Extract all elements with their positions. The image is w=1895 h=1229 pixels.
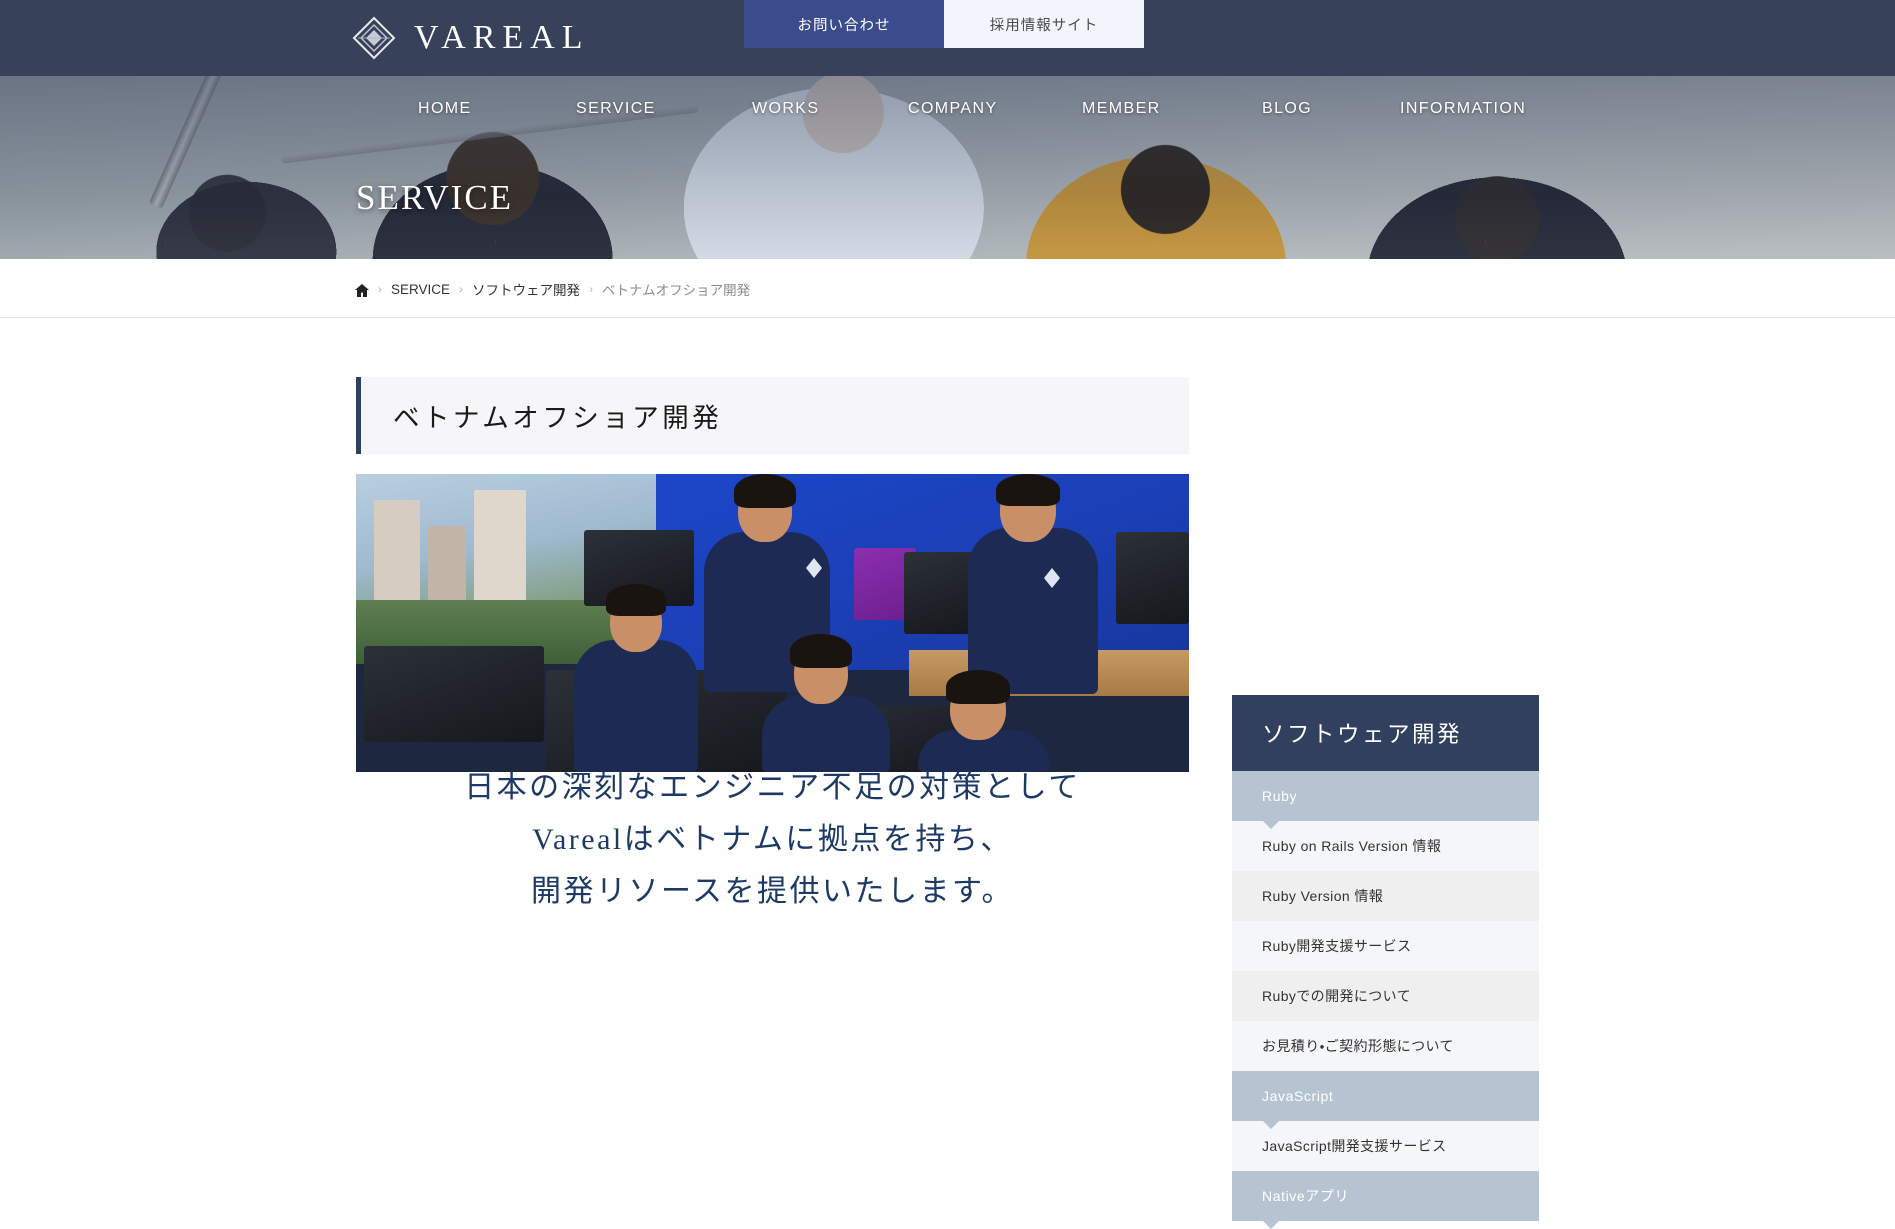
sidebar-category-ruby[interactable]: Ruby — [1232, 771, 1539, 829]
nav-item-information[interactable]: INFORMATION — [1400, 100, 1526, 118]
nav-item-home[interactable]: HOME — [418, 100, 472, 118]
breadcrumb-item-current: ベトナムオフショア開発 — [602, 283, 751, 298]
sidebar-category-native-app[interactable]: Nativeアプリ — [1232, 1171, 1539, 1229]
breadcrumb-bar: › SERVICE › ソフトウェア開発 › ベトナムオフショア開発 — [0, 259, 1895, 318]
headline-line-2: Varealはベトナムに拠点を持ち、 — [532, 823, 1013, 856]
sidebar-item-ruby-development[interactable]: Rubyでの開発について — [1232, 971, 1539, 1021]
sidebar-category-label: Nativeアプリ — [1262, 1188, 1350, 1204]
monitor-2 — [904, 552, 976, 634]
breadcrumb-separator-1: › — [378, 282, 382, 296]
sidebar-category-label: JavaScript — [1262, 1088, 1334, 1104]
main-content: ベトナムオフショア開発 — [356, 377, 1189, 772]
contact-button[interactable]: お問い合わせ — [744, 0, 944, 48]
breadcrumb: › SERVICE › ソフトウェア開発 › ベトナムオフショア開発 — [355, 279, 750, 299]
headline-line-3: 開発リソースを提供いたします。 — [531, 875, 1014, 908]
sidebar-item-ruby-version[interactable]: Ruby Version 情報 — [1232, 871, 1539, 921]
intro-headline: 日本の深刻なエンジニア不足の対策として Varealはベトナムに拠点を持ち、 開… — [356, 762, 1189, 918]
sidebar-category-label: Ruby — [1262, 788, 1298, 804]
breadcrumb-item-software-dev[interactable]: ソフトウェア開発 — [472, 279, 580, 299]
site-logo[interactable]: VAREAL — [352, 12, 590, 64]
monitor-4 — [364, 646, 544, 742]
headline-line-1: 日本の深刻なエンジニア不足の対策として — [464, 771, 1081, 804]
logo-wordmark: VAREAL — [414, 19, 590, 56]
nav-item-service[interactable]: SERVICE — [576, 100, 656, 118]
sidebar: ソフトウェア開発 Ruby Ruby on Rails Version 情報 R… — [1232, 695, 1539, 1229]
nav-item-company[interactable]: COMPANY — [908, 100, 998, 118]
nav-item-works[interactable]: WORKS — [752, 100, 819, 118]
recruit-site-button[interactable]: 採用情報サイト — [944, 0, 1144, 48]
sidebar-title-text: ソフトウェア開発 — [1262, 722, 1463, 747]
home-icon[interactable] — [355, 283, 369, 297]
page-title-text: ベトナムオフショア開発 — [393, 403, 723, 433]
photo-scene — [356, 474, 1189, 772]
nav-item-member[interactable]: MEMBER — [1082, 100, 1161, 118]
hero-page-title: SERVICE — [356, 178, 514, 217]
page-title: ベトナムオフショア開発 — [356, 377, 1189, 454]
sidebar-item-ruby-dev-support[interactable]: Ruby開発支援サービス — [1232, 921, 1539, 971]
sidebar-category-javascript[interactable]: JavaScript — [1232, 1071, 1539, 1129]
sidebar-item-estimate-contract[interactable]: お見積り・ご契約形態について — [1232, 1021, 1539, 1071]
monitor-3 — [1116, 532, 1189, 624]
breadcrumb-separator-2: › — [459, 282, 464, 296]
header-action-buttons: お問い合わせ 採用情報サイト — [744, 0, 1144, 48]
nav-item-blog[interactable]: BLOG — [1262, 100, 1312, 118]
sidebar-title: ソフトウェア開発 — [1232, 695, 1539, 771]
main-article-photo — [356, 474, 1189, 772]
page-body: ベトナムオフショア開発 日本の深刻なエンジニア不足の対策として Varealはベ… — [0, 318, 1895, 1229]
breadcrumb-separator-3: › — [589, 282, 594, 296]
breadcrumb-item-service[interactable]: SERVICE — [391, 282, 450, 297]
site-header: VAREAL お問い合わせ 採用情報サイト — [0, 0, 1895, 76]
diamond-logo-icon — [352, 16, 396, 60]
